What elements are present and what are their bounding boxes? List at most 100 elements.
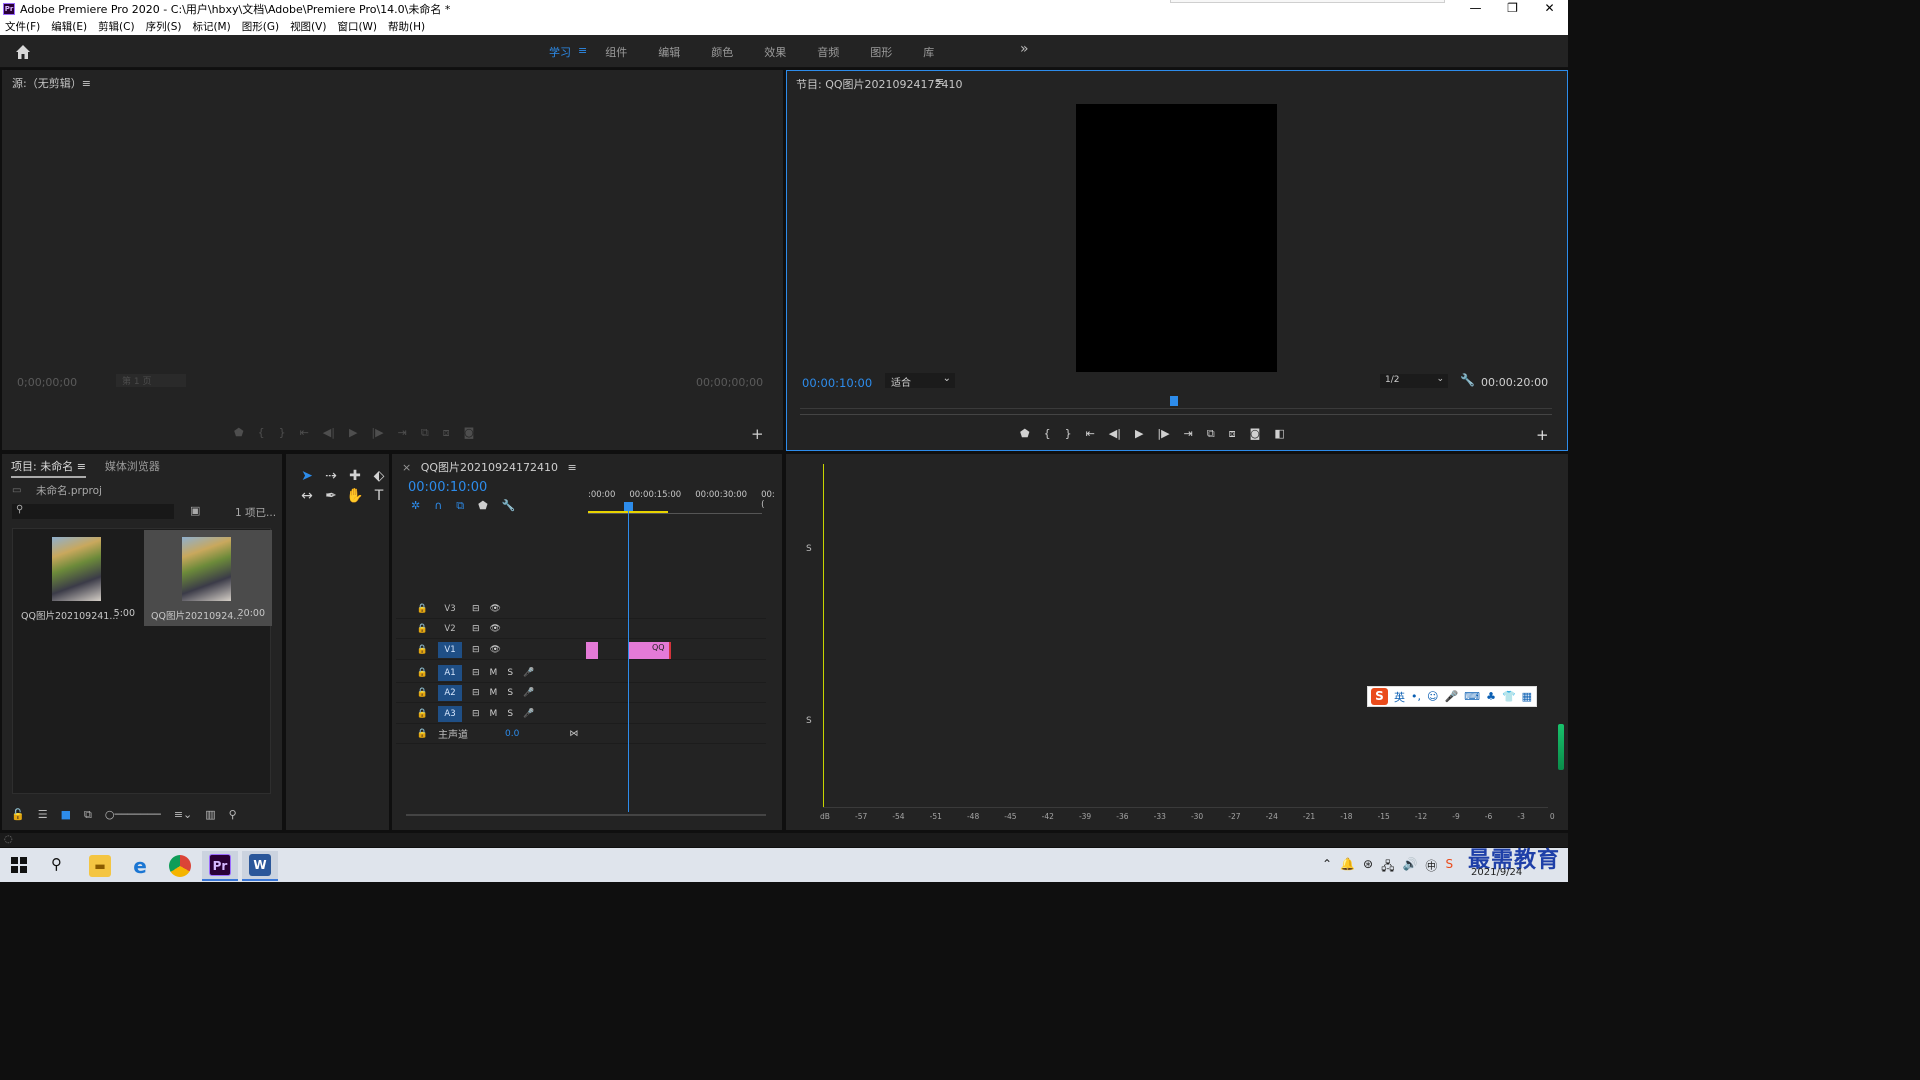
workspace-tab-audio[interactable]: 音频	[817, 44, 839, 60]
solo-button[interactable]: S	[806, 544, 812, 554]
lift-icon[interactable]: ⧉	[1207, 427, 1215, 441]
lock-icon[interactable]: 🔒	[396, 624, 432, 634]
menu-help[interactable]: 帮助(H)	[388, 19, 425, 34]
icon-view-icon[interactable]: ■	[61, 808, 71, 822]
track-name[interactable]: A1	[438, 664, 462, 681]
eye-icon[interactable]: 👁	[490, 624, 501, 634]
menu-markers[interactable]: 标记(M)	[192, 19, 230, 34]
microphone-icon[interactable]: 🎤	[523, 688, 534, 698]
mute-button[interactable]: M	[490, 709, 498, 719]
go-to-out-icon[interactable]: ⇥	[1184, 427, 1193, 441]
lock-icon[interactable]: 🔒	[396, 645, 432, 655]
keyboard-icon[interactable]: ⌨	[1464, 690, 1480, 703]
add-marker-icon[interactable]: ⬟	[478, 499, 488, 513]
project-clip-1[interactable]: QQ图片202109241... 5:00	[14, 530, 142, 626]
linked-selection-icon[interactable]: ⧉	[456, 499, 464, 513]
ripple-edit-tool-icon[interactable]: ✚	[343, 468, 367, 484]
solo-button[interactable]: S	[806, 716, 812, 726]
sogou-logo-icon[interactable]: S	[1371, 688, 1388, 705]
mark-out-icon[interactable]: }	[279, 426, 286, 440]
edge-taskbar-icon[interactable]: e	[122, 851, 158, 881]
solo-button[interactable]: S	[507, 688, 513, 698]
insert-icon[interactable]: ⧉	[421, 426, 429, 440]
word-taskbar-icon[interactable]: W	[242, 851, 278, 881]
eye-icon[interactable]: 👁	[490, 604, 501, 614]
go-to-in-icon[interactable]: ⇤	[1086, 427, 1095, 441]
track-select-tool-icon[interactable]: ⇢	[319, 468, 343, 484]
lock-icon[interactable]: 🔒	[396, 688, 432, 698]
lock-icon[interactable]: 🔒	[396, 604, 432, 614]
more-workspaces-icon[interactable]: »	[1020, 41, 1029, 57]
volume-icon[interactable]: 🔊	[1402, 857, 1417, 878]
timeline-timecode[interactable]: 00:00:10:00	[408, 480, 487, 495]
project-search-input[interactable]: ⚲	[12, 504, 174, 519]
notification-bell-icon[interactable]: 🔔	[1340, 857, 1355, 878]
sync-icon[interactable]: ⊟	[472, 668, 480, 678]
network-icon[interactable]: 🖧	[1381, 857, 1394, 878]
tab-media-browser[interactable]: 媒体浏览器	[105, 458, 160, 478]
go-to-out-icon[interactable]: ⇥	[398, 426, 407, 440]
overwrite-icon[interactable]: ⧈	[443, 426, 450, 440]
track-name[interactable]: A2	[438, 684, 462, 701]
clip-edge[interactable]	[669, 642, 671, 659]
skin-icon[interactable]: 👕	[1502, 690, 1516, 703]
menu-sequence[interactable]: 序列(S)	[146, 19, 182, 34]
solo-button[interactable]: S	[507, 709, 513, 719]
workspace-tab-effects[interactable]: 效果	[764, 44, 786, 60]
slip-tool-icon[interactable]: ↔	[295, 488, 319, 504]
lock-icon[interactable]: 🔓	[11, 808, 25, 822]
sync-icon[interactable]: ⊟	[472, 688, 480, 698]
user-icon[interactable]: ♣	[1486, 690, 1496, 703]
mark-in-icon[interactable]: {	[258, 426, 265, 440]
workspace-tab-color[interactable]: 颜色	[711, 44, 733, 60]
step-back-icon[interactable]: ◀|	[323, 426, 335, 440]
razor-tool-icon[interactable]: ⬖	[367, 468, 391, 484]
snap-icon[interactable]: ∩	[434, 499, 442, 513]
workspace-tab-assembly[interactable]: 组件	[605, 44, 627, 60]
export-frame-icon[interactable]: ◙	[464, 426, 475, 440]
program-zoom-scrollbar[interactable]	[800, 414, 1552, 415]
new-bin-from-search-icon[interactable]: ▣	[190, 504, 200, 517]
step-forward-icon[interactable]: |▶	[1157, 427, 1169, 441]
taskbar-date[interactable]: 2021/9/24	[1471, 867, 1522, 878]
eye-icon[interactable]: 👁	[490, 645, 501, 655]
sogou-tray-icon[interactable]: S	[1445, 857, 1453, 878]
track-name[interactable]: V2	[438, 621, 462, 637]
menu-view[interactable]: 视图(V)	[290, 19, 326, 34]
source-page-dropdown[interactable]: 第 1 页	[116, 374, 186, 387]
lock-icon[interactable]: 🔒	[396, 709, 432, 719]
play-icon[interactable]: ▶	[1135, 427, 1143, 441]
type-tool-icon[interactable]: T	[367, 488, 391, 504]
mute-button[interactable]: M	[490, 688, 498, 698]
menu-edit[interactable]: 编辑(E)	[51, 19, 87, 34]
timeline-horizontal-scrollbar[interactable]	[406, 814, 766, 816]
step-back-icon[interactable]: ◀|	[1109, 427, 1121, 441]
pen-tool-icon[interactable]: ✒	[319, 488, 343, 504]
emoji-icon[interactable]: ☺	[1427, 690, 1438, 703]
home-icon[interactable]	[14, 43, 32, 61]
workspace-tab-graphics[interactable]: 图形	[870, 44, 892, 60]
hand-tool-icon[interactable]: ✋	[343, 488, 367, 504]
freeform-view-icon[interactable]: ⧉	[84, 808, 92, 822]
menu-file[interactable]: 文件(F)	[5, 19, 40, 34]
menu-graphics[interactable]: 图形(G)	[242, 19, 279, 34]
project-clip-2[interactable]: QQ图片20210924... 20:00	[144, 530, 272, 626]
minimize-button[interactable]: —	[1457, 0, 1494, 18]
menu-clip[interactable]: 剪辑(C)	[98, 19, 135, 34]
timeline-menu-icon[interactable]: ≡	[568, 461, 577, 474]
program-zoom-dropdown[interactable]: 适合 ⌄	[885, 373, 955, 389]
selection-tool-icon[interactable]: ➤	[295, 468, 319, 484]
meter-scroll-indicator[interactable]	[1558, 724, 1564, 770]
mark-in-icon[interactable]: {	[1044, 427, 1051, 441]
zoom-slider[interactable]: ○───────	[105, 808, 161, 822]
sync-icon[interactable]: ⊟	[472, 709, 480, 719]
microphone-icon[interactable]: 🎤	[523, 709, 534, 719]
extract-icon[interactable]: ⧈	[1229, 427, 1236, 441]
list-view-icon[interactable]: ☰	[38, 808, 48, 822]
workspace-tab-learn[interactable]: 学习	[549, 44, 571, 60]
ime-language-toggle[interactable]: 英	[1394, 689, 1405, 705]
sync-icon[interactable]: ⊟	[472, 624, 480, 634]
add-marker-icon[interactable]: ⬟	[1020, 427, 1030, 441]
timeline-tab[interactable]: × QQ图片20210924172410 ≡	[402, 459, 577, 475]
comparison-view-icon[interactable]: ◧	[1274, 427, 1284, 441]
